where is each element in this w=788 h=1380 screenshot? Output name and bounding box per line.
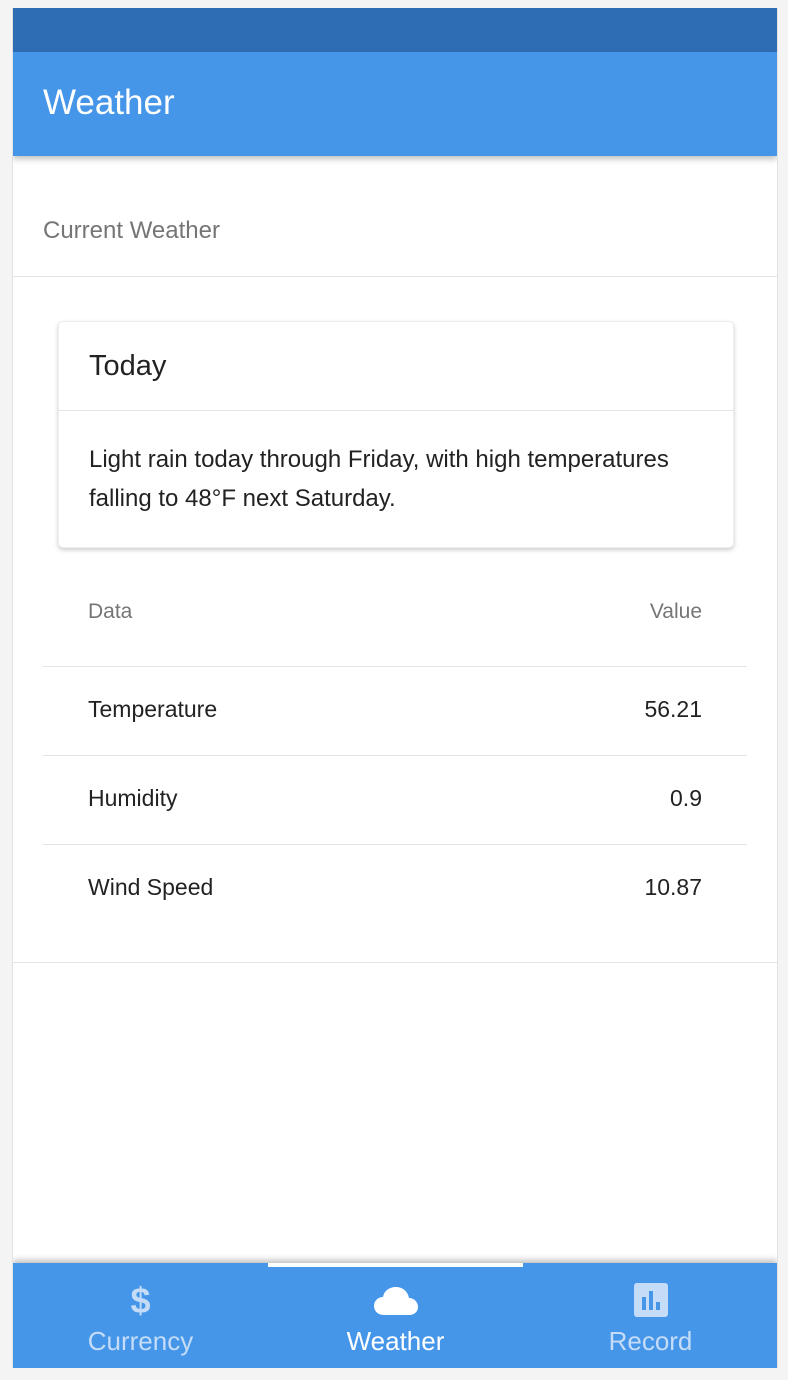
tab-record[interactable]: Record	[523, 1263, 777, 1368]
row-label-humidity: Humidity	[88, 785, 178, 811]
row-value-wind-speed: 10.87	[644, 874, 702, 900]
tab-weather-label: Weather	[346, 1326, 445, 1356]
dollar-icon: $	[130, 1280, 151, 1321]
page-title: Weather	[43, 83, 175, 122]
row-value-humidity: 0.9	[670, 785, 702, 811]
content-divider	[13, 962, 777, 963]
status-bar	[13, 8, 777, 52]
card-title: Today	[89, 350, 167, 382]
forecast-card: Today Light rain today through Friday, w…	[58, 321, 734, 548]
tab-record-label: Record	[608, 1326, 693, 1356]
app-bar: Weather	[13, 52, 777, 156]
forecast-summary: Light rain today through Friday, with hi…	[89, 446, 669, 512]
column-header-data: Data	[88, 600, 133, 623]
row-label-wind-speed: Wind Speed	[88, 874, 214, 900]
row-label-temperature: Temperature	[88, 696, 218, 722]
column-header-value: Value	[649, 600, 702, 623]
bottom-tab-bar: $ Currency Weather Record	[13, 1263, 777, 1368]
bar-chart-icon	[523, 1283, 777, 1319]
table-row: Wind Speed 10.87	[43, 845, 747, 933]
tab-weather[interactable]: Weather	[268, 1263, 523, 1368]
weather-data-table: Data Value Temperature 56.21 Humidity 0.…	[43, 570, 747, 933]
tab-currency[interactable]: $ Currency	[13, 1263, 268, 1368]
table-row: Temperature 56.21	[43, 667, 747, 756]
card-header: Today	[59, 322, 733, 411]
cloud-icon	[268, 1283, 523, 1319]
table-header-row: Data Value	[43, 570, 747, 667]
section-header-label: Current Weather	[43, 217, 220, 244]
app-frame: Weather Current Weather Today Light rain…	[12, 8, 778, 1368]
section-header: Current Weather	[13, 156, 777, 277]
row-value-temperature: 56.21	[644, 696, 702, 722]
tab-currency-label: Currency	[87, 1326, 194, 1356]
table-row: Humidity 0.9	[43, 756, 747, 845]
